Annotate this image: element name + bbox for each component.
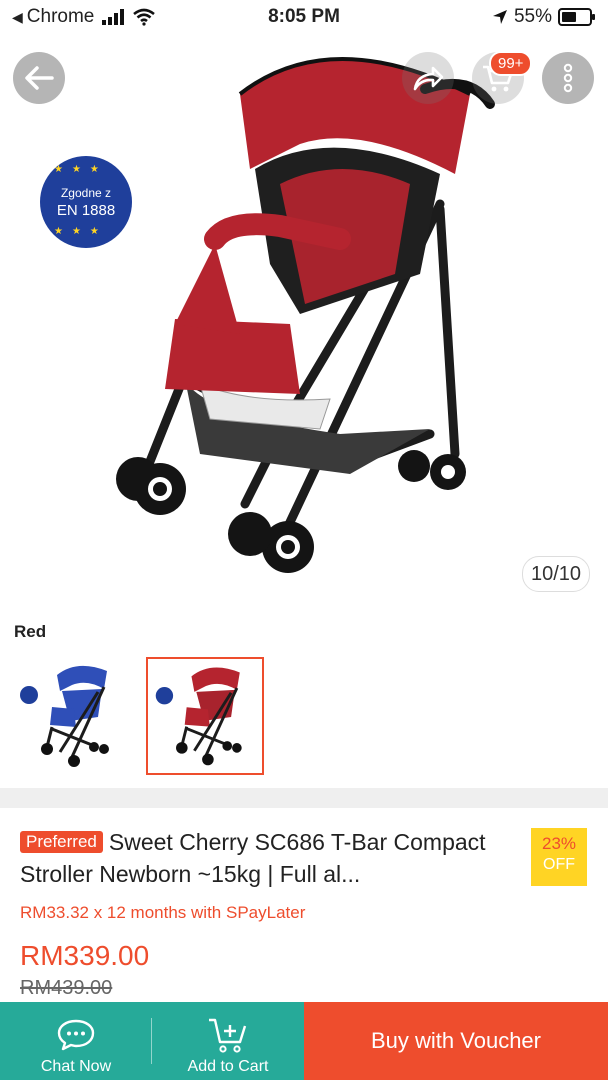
current-price: RM339.00: [20, 940, 150, 971]
buy-with-voucher-label: Buy with Voucher: [371, 1028, 541, 1053]
cart-plus-icon: [209, 1018, 247, 1053]
discount-percent: 23%: [541, 834, 577, 853]
battery-fill: [562, 12, 577, 22]
cart-count-badge: 99+: [489, 51, 533, 76]
buy-with-voucher-button[interactable]: Buy with Voucher: [304, 1002, 608, 1080]
badge-stars: ★★★: [54, 164, 108, 175]
discount-off-label: OFF: [543, 856, 575, 873]
variant-thumb-blue[interactable]: [12, 657, 130, 775]
stroller-thumb-red: [155, 667, 242, 766]
image-counter: 10/10: [522, 556, 590, 592]
discount-badge: 23% OFF: [531, 828, 587, 886]
badge-line2: EN 1888: [56, 202, 116, 219]
badge-stars-bottom: ★★★: [54, 226, 108, 237]
installment-info[interactable]: RM33.32 x 12 months with SPayLater: [20, 903, 305, 923]
status-right: 55%: [492, 6, 595, 28]
status-bar: ◀ Chrome 8:05 PM 55%: [0, 0, 608, 34]
battery-percent: 55%: [513, 6, 552, 27]
more-vertical-icon: [563, 63, 573, 93]
chat-now-button[interactable]: Chat Now: [0, 1002, 152, 1080]
en1888-certification-badge: ★★★ Zgodne z EN 1888 ★★★: [40, 156, 132, 248]
original-price: RM439.00: [20, 977, 113, 999]
variant-label: Red: [14, 622, 47, 641]
share-button[interactable]: [402, 52, 454, 104]
share-icon: [413, 66, 444, 91]
section-divider: [0, 788, 608, 808]
chat-now-label: Chat Now: [40, 1058, 112, 1075]
more-options-button[interactable]: [542, 52, 594, 104]
location-arrow-icon: [492, 10, 507, 24]
product-image-gallery[interactable]: ★★★ Zgodne z EN 1888 ★★★: [0, 34, 608, 600]
stroller-thumb-blue: [20, 665, 109, 767]
stroller-image: [116, 57, 495, 573]
add-to-cart-label: Add to Cart: [187, 1058, 269, 1075]
badge-line1: Zgodne z: [60, 186, 112, 200]
battery-icon: [558, 8, 595, 26]
product-title-block: Preferred Sweet Cherry SC686 T-Bar Compac…: [20, 826, 520, 890]
variant-thumb-red[interactable]: [146, 657, 264, 775]
chat-icon: [57, 1019, 95, 1051]
back-button[interactable]: [13, 52, 65, 104]
bottom-action-bar: Chat Now Add to Cart Buy with Voucher: [0, 1002, 608, 1080]
arrow-left-icon: [25, 66, 54, 90]
preferred-badge: Preferred: [20, 831, 103, 853]
secondary-actions: Chat Now Add to Cart: [0, 1002, 304, 1080]
add-to-cart-button[interactable]: Add to Cart: [152, 1002, 304, 1080]
